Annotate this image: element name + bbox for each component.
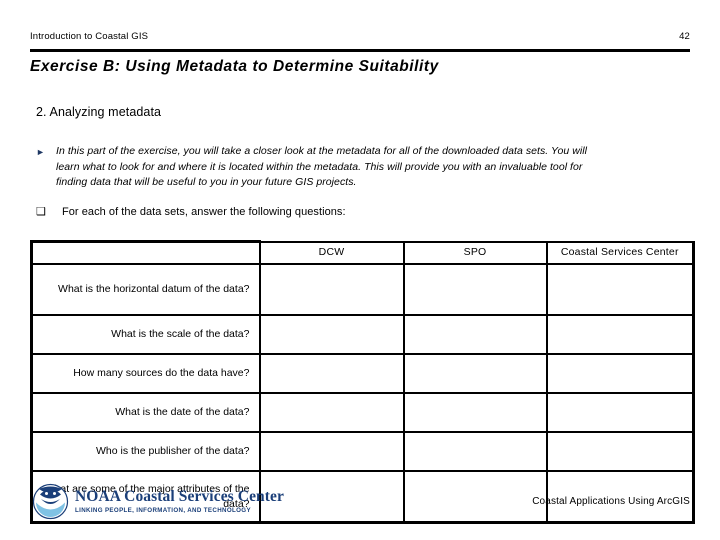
answer-cell-csc[interactable]	[545, 263, 695, 316]
answer-cell-spo[interactable]	[402, 392, 548, 433]
bullet-overview-text: In this part of the exercise, you will t…	[56, 145, 588, 188]
answer-cell-dcw[interactable]	[258, 263, 405, 316]
noaa-seal-icon	[32, 483, 69, 520]
question-label: How many sources do the data have?	[30, 353, 261, 394]
table-row: What is the scale of the data?	[30, 314, 695, 355]
bullet-item-overview: ► In this part of the exercise, you will…	[36, 144, 596, 191]
table-header-csc: Coastal Services Center	[545, 240, 695, 265]
answer-cell-spo[interactable]	[402, 470, 548, 524]
answer-cell-csc[interactable]	[545, 353, 695, 394]
triangle-bullet-icon: ►	[36, 147, 45, 157]
table-row: What is the date of the data?	[30, 392, 695, 433]
answer-cell-csc[interactable]	[545, 431, 695, 472]
page-number: 42	[679, 31, 690, 42]
answer-cell-dcw[interactable]	[258, 314, 405, 355]
table-header-dcw: DCW	[258, 240, 405, 265]
answer-cell-csc[interactable]	[545, 314, 695, 355]
logo-title: NOAA Coastal Services Center	[75, 487, 284, 505]
logo-tagline: LINKING PEOPLE, INFORMATION, AND TECHNOL…	[75, 506, 251, 514]
answer-cell-spo[interactable]	[402, 314, 548, 355]
noaa-csc-logo: NOAA Coastal Services Center LINKING PEO…	[32, 483, 284, 520]
bullet-instruction-text: For each of the data sets, answer the fo…	[62, 206, 346, 218]
slide-page: Introduction to Coastal GIS 42 Exercise …	[0, 0, 720, 540]
question-label: What is the date of the data?	[30, 392, 261, 433]
header-divider	[30, 49, 690, 52]
table-row: Who is the publisher of the data?	[30, 431, 695, 472]
section-heading: 2. Analyzing metadata	[36, 105, 162, 119]
course-title: Introduction to Coastal GIS	[30, 31, 149, 42]
answer-cell-dcw[interactable]	[258, 353, 405, 394]
questions-table: DCW SPO Coastal Services Center What is …	[30, 240, 695, 524]
square-bullet-icon: ❑	[36, 206, 46, 218]
footer-course-note: Coastal Applications Using ArcGIS	[532, 496, 690, 507]
answer-cell-csc[interactable]	[545, 392, 695, 433]
bullet-item-instruction: ❑ For each of the data sets, answer the …	[36, 205, 596, 220]
question-label: What is the horizontal datum of the data…	[30, 263, 261, 316]
running-header: Introduction to Coastal GIS 42	[30, 31, 690, 43]
table-header-blank	[30, 240, 261, 265]
answer-cell-dcw[interactable]	[258, 431, 405, 472]
answer-cell-dcw[interactable]	[258, 392, 405, 433]
answer-cell-spo[interactable]	[402, 431, 548, 472]
answer-cell-spo[interactable]	[402, 353, 548, 394]
table-row: How many sources do the data have?	[30, 353, 695, 394]
table-row: What is the horizontal datum of the data…	[30, 263, 695, 316]
logo-wordmark: NOAA Coastal Services Center LINKING PEO…	[75, 489, 284, 514]
question-label: What is the scale of the data?	[30, 314, 261, 355]
table-header-spo: SPO	[402, 240, 548, 265]
table-header-row: DCW SPO Coastal Services Center	[30, 240, 695, 265]
answer-cell-spo[interactable]	[402, 263, 548, 316]
question-label: Who is the publisher of the data?	[30, 431, 261, 472]
exercise-title: Exercise B: Using Metadata to Determine …	[30, 58, 439, 75]
